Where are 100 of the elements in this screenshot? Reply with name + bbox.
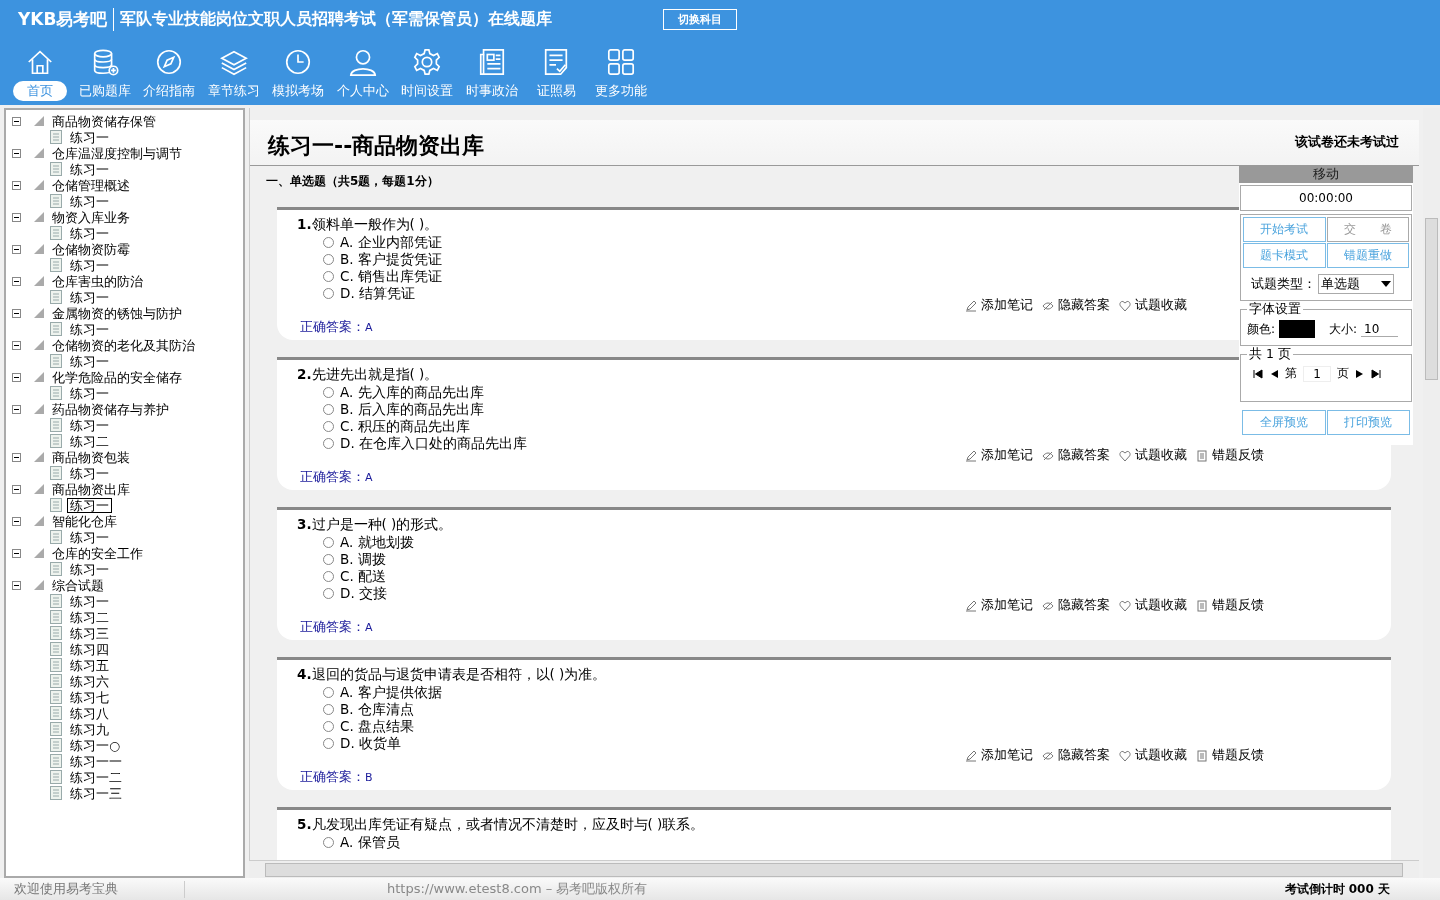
tree-item[interactable]: 练习五 — [67, 657, 112, 673]
tree-item[interactable]: 仓储管理概述 — [49, 177, 133, 193]
tree-item[interactable]: 金属物资的锈蚀与防护 — [49, 305, 185, 321]
grid-icon[interactable] — [605, 47, 636, 77]
radio-button[interactable] — [323, 438, 334, 449]
tree-item[interactable]: 仓储物资的老化及其防治 — [49, 337, 198, 353]
action-link[interactable]: 试题收藏 — [1119, 447, 1187, 464]
action-link[interactable]: 添加笔记 — [965, 297, 1033, 314]
collapse-icon[interactable] — [12, 580, 21, 590]
radio-button[interactable] — [323, 687, 334, 698]
tree-item[interactable]: 智能化仓库 — [49, 513, 120, 529]
tree-item[interactable]: 练习一 — [67, 465, 112, 481]
tree-item[interactable]: 练习一 — [67, 497, 112, 513]
tree-item[interactable]: 物资入库业务 — [49, 209, 133, 225]
action-link[interactable]: 错题反馈 — [1196, 447, 1264, 464]
radio-button[interactable] — [323, 288, 334, 299]
action-link[interactable]: 试题收藏 — [1119, 747, 1187, 764]
radio-button[interactable] — [323, 421, 334, 432]
tree-item[interactable]: 练习一二 — [67, 769, 125, 785]
collapse-icon[interactable] — [12, 372, 21, 382]
collapse-icon[interactable] — [12, 404, 21, 414]
toolbar-tab[interactable]: 首页 — [13, 81, 68, 101]
radio-button[interactable] — [323, 237, 334, 248]
radio-button[interactable] — [323, 721, 334, 732]
collapse-icon[interactable] — [12, 180, 21, 190]
radio-button[interactable] — [323, 271, 334, 282]
tree-item[interactable]: 练习一 — [67, 529, 112, 545]
radio-button[interactable] — [323, 254, 334, 265]
action-link[interactable]: 试题收藏 — [1119, 597, 1187, 614]
tree-item[interactable]: 练习九 — [67, 721, 112, 737]
tree-item[interactable]: 练习一 — [67, 417, 112, 433]
action-link[interactable]: 错题反馈 — [1196, 597, 1264, 614]
action-link[interactable]: 错题反馈 — [1196, 747, 1264, 764]
tree-item[interactable]: 练习二 — [67, 433, 112, 449]
tree-item[interactable]: 药品物资储存与养护 — [49, 401, 172, 417]
collapse-icon[interactable] — [12, 116, 21, 126]
size-field[interactable]: 10 — [1361, 321, 1399, 337]
first-page-icon[interactable] — [1253, 368, 1263, 379]
tree-item[interactable]: 练习一 — [67, 593, 112, 609]
tree-item[interactable]: 练习六 — [67, 673, 112, 689]
tree-item[interactable]: 练习四 — [67, 641, 112, 657]
move-handle[interactable]: 移动 — [1239, 165, 1413, 183]
tree-item[interactable]: 练习二 — [67, 609, 112, 625]
radio-button[interactable] — [323, 738, 334, 749]
tree-item[interactable]: 练习七 — [67, 689, 112, 705]
collapse-icon[interactable] — [12, 484, 21, 494]
tree-item[interactable]: 练习一 — [67, 257, 112, 273]
gear-icon[interactable] — [412, 47, 443, 77]
action-link[interactable]: 添加笔记 — [965, 747, 1033, 764]
color-swatch[interactable] — [1279, 320, 1316, 338]
action-link[interactable]: 试题收藏 — [1119, 297, 1187, 314]
collapse-icon[interactable] — [12, 212, 21, 222]
tree-item[interactable]: 练习一 — [67, 321, 112, 337]
tree-item[interactable]: 练习一 — [67, 225, 112, 241]
tree-item[interactable]: 综合试题 — [49, 577, 107, 593]
radio-button[interactable] — [323, 571, 334, 582]
collapse-icon[interactable] — [12, 276, 21, 286]
tree-item[interactable]: 练习一○ — [67, 737, 123, 753]
action-link[interactable]: 隐藏答案 — [1042, 447, 1110, 464]
collapse-icon[interactable] — [12, 308, 21, 318]
user-icon[interactable] — [347, 47, 378, 77]
previous-page-icon[interactable] — [1269, 368, 1279, 379]
radio-button[interactable] — [323, 404, 334, 415]
tree-item[interactable]: 商品物资出库 — [49, 481, 133, 497]
tree-item[interactable]: 仓库温湿度控制与调节 — [49, 145, 185, 161]
last-page-icon[interactable] — [1371, 368, 1381, 379]
tree-item[interactable]: 化学危险品的安全储存 — [49, 369, 185, 385]
tree-item[interactable]: 练习一三 — [67, 785, 125, 801]
tree-item[interactable]: 练习一 — [67, 385, 112, 401]
type-dropdown[interactable]: 单选题 — [1318, 274, 1394, 294]
collapse-icon[interactable] — [12, 340, 21, 350]
tree-item[interactable]: 仓库的安全工作 — [49, 545, 146, 561]
tree-item[interactable]: 练习一一 — [67, 753, 125, 769]
collapse-icon[interactable] — [12, 148, 21, 158]
radio-button[interactable] — [323, 704, 334, 715]
tree-item[interactable]: 练习八 — [67, 705, 112, 721]
tree-item[interactable]: 练习一 — [67, 353, 112, 369]
tree-item[interactable]: 商品物资包装 — [49, 449, 133, 465]
collapse-icon[interactable] — [12, 548, 21, 558]
collapse-icon[interactable] — [12, 452, 21, 462]
page-field[interactable]: 1 — [1303, 365, 1331, 382]
radio-button[interactable] — [323, 837, 334, 848]
tree-item[interactable]: 练习一 — [67, 561, 112, 577]
collapse-icon[interactable] — [12, 516, 21, 526]
radio-button[interactable] — [323, 554, 334, 565]
action-link[interactable]: 隐藏答案 — [1042, 297, 1110, 314]
tree-item[interactable]: 练习一 — [67, 129, 112, 145]
action-link[interactable]: 隐藏答案 — [1042, 747, 1110, 764]
collapse-icon[interactable] — [12, 244, 21, 254]
tree-item[interactable]: 练习一 — [67, 193, 112, 209]
action-link[interactable]: 添加笔记 — [965, 447, 1033, 464]
tree-item[interactable]: 练习三 — [67, 625, 112, 641]
radio-button[interactable] — [323, 588, 334, 599]
tree-item[interactable]: 练习一 — [67, 289, 112, 305]
action-link[interactable]: 隐藏答案 — [1042, 597, 1110, 614]
next-page-icon[interactable] — [1355, 368, 1365, 379]
action-link[interactable]: 添加笔记 — [965, 597, 1033, 614]
radio-button[interactable] — [323, 537, 334, 548]
tree-item[interactable]: 仓储物资防霉 — [49, 241, 133, 257]
radio-button[interactable] — [323, 387, 334, 398]
